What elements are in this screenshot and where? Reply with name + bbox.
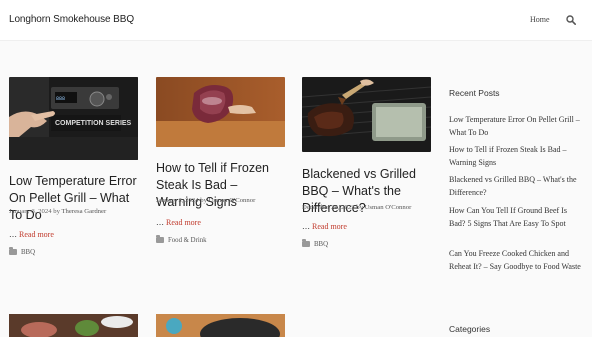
post-author[interactable]: Usman O'Connor (365, 204, 412, 211)
nav-home-link[interactable]: Home (530, 15, 550, 24)
post-date: December 29, 2023 (302, 204, 355, 211)
post-thumbnail-steak[interactable] (156, 77, 285, 147)
post-date: January 3, 2024 (9, 208, 52, 215)
category-link[interactable]: BBQ (314, 241, 328, 248)
post-author[interactable]: Theresa Gardner (61, 208, 106, 215)
post-author[interactable]: Usman O'Connor (209, 197, 256, 204)
post-title[interactable]: Low Temperature Error On Pellet Grill – … (9, 173, 138, 224)
post-meta: January 2, 2024 by Usman O'Connor (156, 197, 255, 204)
post-by: by (356, 204, 363, 211)
read-more-row: … Read more (156, 218, 201, 227)
recent-post-link[interactable]: Blackened vs Grilled BBQ – What's the Di… (449, 173, 585, 199)
post-date: January 2, 2024 (156, 197, 199, 204)
ellipsis: … (302, 222, 310, 231)
recent-post-link[interactable]: Can You Freeze Cooked Chicken and Reheat… (449, 247, 585, 273)
post-thumbnail-bbq[interactable] (302, 77, 431, 152)
recent-post-link[interactable]: Low Temperature Error On Pellet Grill – … (449, 113, 585, 139)
search-icon[interactable] (566, 15, 576, 25)
post-category: BBQ (9, 247, 35, 256)
post-category: BBQ (302, 239, 328, 248)
category-link[interactable]: BBQ (21, 249, 35, 256)
site-title[interactable]: Longhorn Smokehouse BBQ (9, 14, 134, 25)
svg-text:888: 888 (56, 96, 65, 102)
thumb-logo-text: COMPETITION SERIES (55, 120, 132, 127)
folder-icon (9, 247, 17, 256)
categories-heading: Categories (449, 324, 491, 334)
post-by: by (200, 197, 207, 204)
post-category: Food & Drink (156, 235, 207, 244)
post-by: by (53, 208, 60, 215)
recent-post-link[interactable]: How Can You Tell If Ground Beef Is Bad? … (449, 204, 585, 230)
read-more-link[interactable]: Read more (166, 218, 201, 227)
post-thumbnail-partial[interactable] (9, 314, 138, 337)
post-thumbnail-partial[interactable] (156, 314, 285, 337)
post-meta: December 29, 2023 by Usman O'Connor (302, 204, 411, 211)
read-more-link[interactable]: Read more (19, 230, 54, 239)
site-header: Longhorn Smokehouse BBQ Home (0, 0, 592, 41)
ellipsis: … (9, 230, 17, 239)
category-link[interactable]: Food & Drink (168, 237, 207, 244)
main-content: 888 COMPETITION SERIES Low Temperature E… (0, 41, 592, 337)
recent-posts-heading: Recent Posts (449, 88, 500, 98)
ellipsis: … (156, 218, 164, 227)
read-more-link[interactable]: Read more (312, 222, 347, 231)
read-more-row: … Read more (302, 222, 347, 231)
folder-icon (156, 235, 164, 244)
post-meta: January 3, 2024 by Theresa Gardner (9, 208, 106, 215)
read-more-row: … Read more (9, 230, 54, 239)
recent-post-link[interactable]: How to Tell if Frozen Steak Is Bad – War… (449, 143, 585, 169)
folder-icon (302, 239, 310, 248)
post-thumbnail-grill[interactable]: 888 COMPETITION SERIES (9, 77, 138, 160)
